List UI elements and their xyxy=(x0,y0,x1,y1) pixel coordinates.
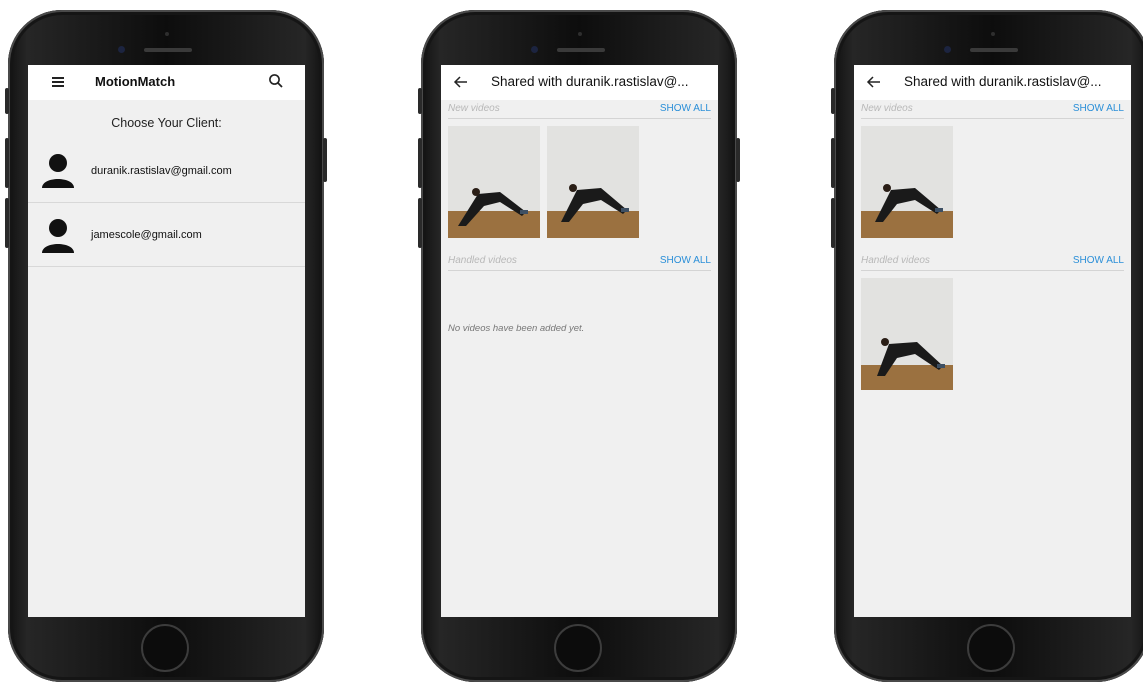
section-label: Handled videos xyxy=(448,255,517,266)
shared-videos-screen: Shared with duranik.rastislav@... New vi… xyxy=(441,65,718,617)
phone-frame-2: Shared with duranik.rastislav@... New vi… xyxy=(418,10,740,682)
client-email: jamescole@gmail.com xyxy=(91,229,202,241)
video-thumbnail[interactable] xyxy=(448,126,540,238)
front-camera xyxy=(118,46,125,53)
power-button xyxy=(736,138,740,182)
silent-switch xyxy=(5,88,9,114)
top-bar: Shared with duranik.rastislav@... xyxy=(441,65,718,100)
home-button xyxy=(141,624,189,672)
phone-frame-3: Shared with duranik.rastislav@... New vi… xyxy=(831,10,1143,682)
avatar-icon xyxy=(40,150,76,190)
new-videos-header: New videos SHOW ALL xyxy=(861,100,1124,119)
volume-down-button xyxy=(418,198,422,248)
page-title: Shared with duranik.rastislav@... xyxy=(491,74,689,89)
section-label: New videos xyxy=(861,103,913,114)
client-email: duranik.rastislav@gmail.com xyxy=(91,165,232,177)
menu-icon[interactable] xyxy=(52,77,64,87)
section-label: Handled videos xyxy=(861,255,930,266)
video-thumbnail[interactable] xyxy=(861,126,953,238)
handled-videos-header: Handled videos SHOW ALL xyxy=(861,252,1124,271)
handled-videos-row xyxy=(854,271,1131,390)
volume-down-button xyxy=(5,198,9,248)
show-all-button[interactable]: SHOW ALL xyxy=(1073,255,1124,266)
show-all-button[interactable]: SHOW ALL xyxy=(660,255,711,266)
page-title: Shared with duranik.rastislav@... xyxy=(904,74,1102,89)
search-icon[interactable] xyxy=(268,73,284,89)
new-videos-row xyxy=(441,119,718,238)
avatar-icon xyxy=(40,215,76,255)
show-all-button[interactable]: SHOW ALL xyxy=(660,103,711,114)
front-camera xyxy=(531,46,538,53)
volume-up-button xyxy=(831,138,835,188)
volume-up-button xyxy=(5,138,9,188)
back-arrow-icon[interactable] xyxy=(453,75,469,89)
handled-videos-header: Handled videos SHOW ALL xyxy=(448,252,711,271)
video-thumbnail[interactable] xyxy=(547,126,639,238)
sensor xyxy=(165,32,169,36)
client-row-duranik[interactable]: duranik.rastislav@gmail.com xyxy=(28,146,305,203)
earpiece-speaker xyxy=(970,48,1018,52)
silent-switch xyxy=(831,88,835,114)
earpiece-speaker xyxy=(144,48,192,52)
sensor xyxy=(578,32,582,36)
section-label: New videos xyxy=(448,103,500,114)
top-bar: Shared with duranik.rastislav@... xyxy=(854,65,1131,100)
silent-switch xyxy=(418,88,422,114)
front-camera xyxy=(944,46,951,53)
client-list-screen: MotionMatch Choose Your Client: duranik.… xyxy=(28,65,305,617)
empty-state-message: No videos have been added yet. xyxy=(448,323,585,334)
volume-up-button xyxy=(418,138,422,188)
earpiece-speaker xyxy=(557,48,605,52)
home-button xyxy=(967,624,1015,672)
back-arrow-icon[interactable] xyxy=(866,75,882,89)
power-button xyxy=(323,138,327,182)
new-videos-header: New videos SHOW ALL xyxy=(448,100,711,119)
client-row-jamescole[interactable]: jamescole@gmail.com xyxy=(28,203,305,267)
sensor xyxy=(991,32,995,36)
home-button xyxy=(554,624,602,672)
show-all-button[interactable]: SHOW ALL xyxy=(1073,103,1124,114)
video-thumbnail[interactable] xyxy=(861,278,953,390)
choose-client-label: Choose Your Client: xyxy=(111,116,222,130)
shared-videos-screen: Shared with duranik.rastislav@... New vi… xyxy=(854,65,1131,617)
phone-frame-1: MotionMatch Choose Your Client: duranik.… xyxy=(5,10,327,682)
new-videos-row xyxy=(854,119,1131,238)
app-bar: MotionMatch xyxy=(28,65,305,100)
app-title: MotionMatch xyxy=(95,74,176,89)
volume-down-button xyxy=(831,198,835,248)
